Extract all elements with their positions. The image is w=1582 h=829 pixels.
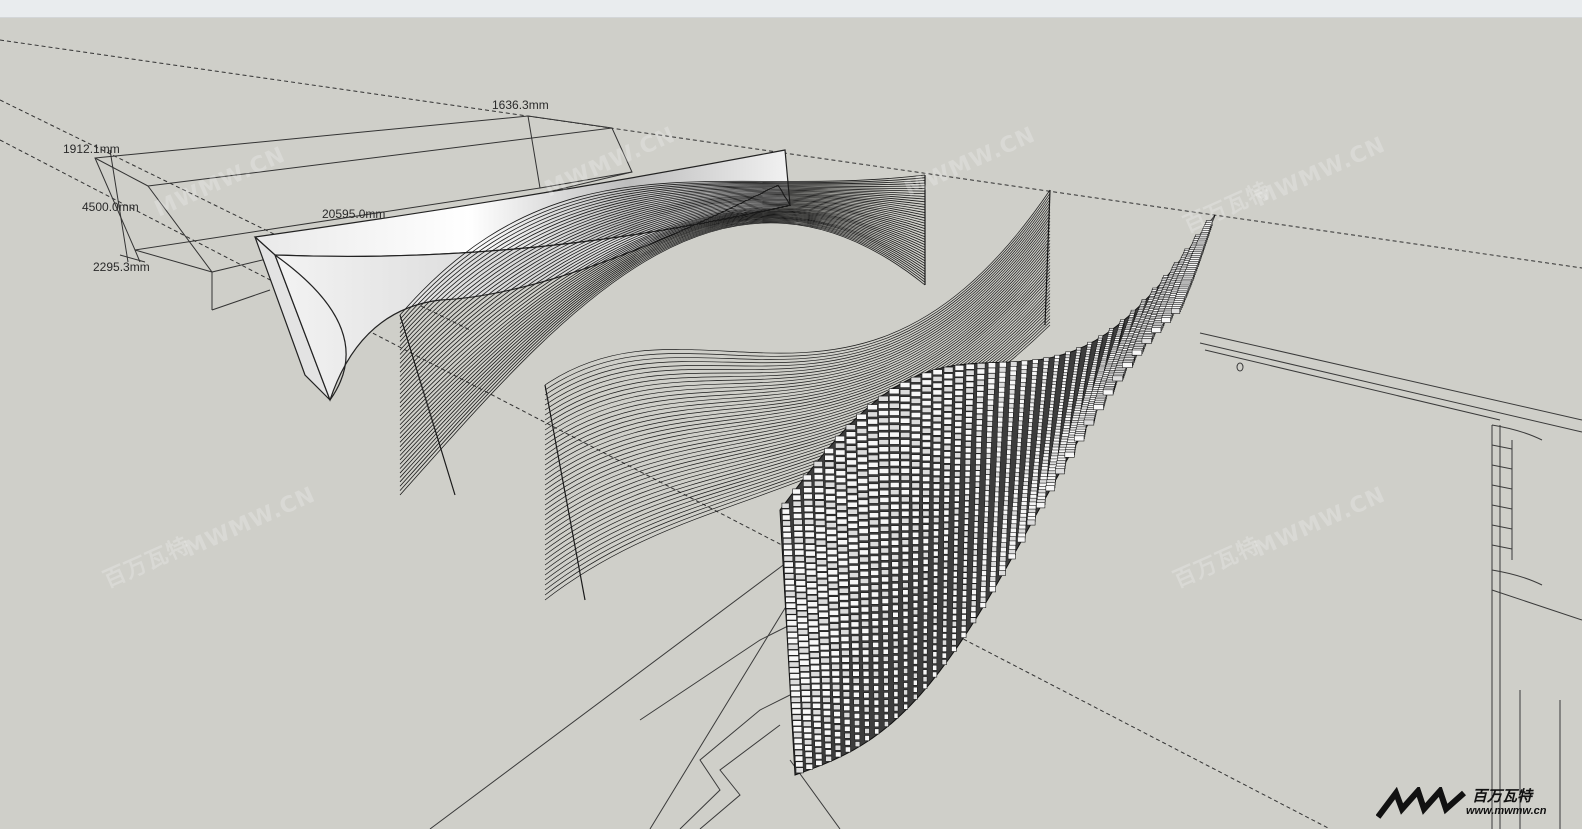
model-viewport[interactable] — [0, 0, 1582, 829]
dimension-height-lower: 2295.3mm — [93, 260, 150, 274]
logo-chinese-text: 百万瓦特 — [1472, 787, 1533, 805]
massing-box — [253, 149, 791, 402]
logo-mark-icon — [1376, 787, 1466, 819]
floor-plan-ladder — [1491, 444, 1513, 550]
dimension-height-mid: 4500.0mm — [82, 200, 139, 214]
dimension-height-upper: 1912.1mm — [63, 142, 120, 156]
dimension-length: 20595.0mm — [322, 207, 386, 221]
brand-logo: 百万瓦特 www.mwmw.cn — [1376, 783, 1566, 823]
logo-url-text: www.mwmw.cn — [1466, 805, 1547, 817]
dimension-top-length: 1636.3mm — [492, 98, 549, 112]
